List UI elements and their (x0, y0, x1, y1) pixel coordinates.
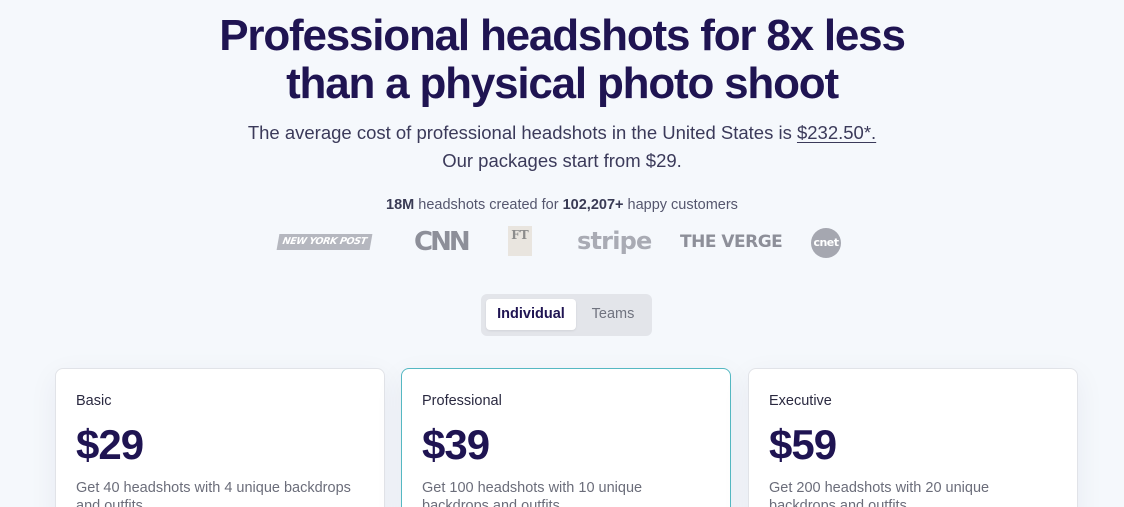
hero-title: Professional headshots for 8x less than … (0, 12, 1124, 108)
press-logos: NEW YORK POST CNN FT stripe THE VERGE cn… (0, 226, 1124, 260)
plan-card-professional[interactable]: Professional $39 Get 100 headshots with … (401, 368, 731, 507)
plan-price: $59 (769, 421, 837, 468)
individual-tab[interactable]: Individual (486, 299, 576, 330)
plan-description: Get 200 headshots with 20 unique backdro… (769, 480, 990, 507)
cnn-logo: CNN (414, 227, 471, 257)
the-verge-logo: THE VERGE (680, 232, 783, 252)
plan-name: Executive (769, 393, 832, 409)
headshots-text: headshots created for (414, 197, 563, 213)
plan-name: Basic (76, 393, 112, 409)
plan-price: $29 (76, 421, 144, 468)
cnet-logo: cnet (811, 228, 841, 258)
plan-card-executive[interactable]: Executive $59 Get 200 headshots with 20 … (748, 368, 1078, 507)
subtitle-text: The average cost of professional headsho… (247, 122, 797, 143)
hero-title-line-1: Professional headshots for 8x less (219, 11, 906, 60)
plan-name: Professional (422, 393, 502, 409)
subtitle-line-2: Our packages start from $29. (442, 150, 682, 171)
plan-type-toggle: Individual Teams (481, 294, 652, 336)
stripe-logo: stripe (577, 227, 652, 255)
plan-description: Get 40 headshots with 4 unique backdrops… (76, 480, 351, 507)
plan-price: $39 (422, 421, 490, 468)
customers-count: 102,207+ (562, 197, 624, 213)
headshots-count: 18M (386, 197, 415, 213)
hero-subtitle: The average cost of professional headsho… (0, 119, 1124, 175)
plan-card-basic[interactable]: Basic $29 Get 40 headshots with 4 unique… (55, 368, 385, 507)
financial-times-logo: FT (508, 226, 532, 256)
hero-title-line-2: than a physical photo shoot (286, 59, 839, 108)
customers-text: happy customers (623, 197, 738, 213)
subtitle-line-1: The average cost of professional headsho… (0, 119, 1124, 147)
average-cost-link[interactable]: $232.50*. (797, 122, 876, 143)
new-york-post-logo: NEW YORK POST (276, 234, 373, 250)
teams-tab[interactable]: Teams (579, 299, 647, 330)
plan-description: Get 100 headshots with 10 unique backdro… (422, 480, 643, 507)
social-proof-stats: 18M headshots created for 102,207+ happy… (0, 197, 1124, 213)
